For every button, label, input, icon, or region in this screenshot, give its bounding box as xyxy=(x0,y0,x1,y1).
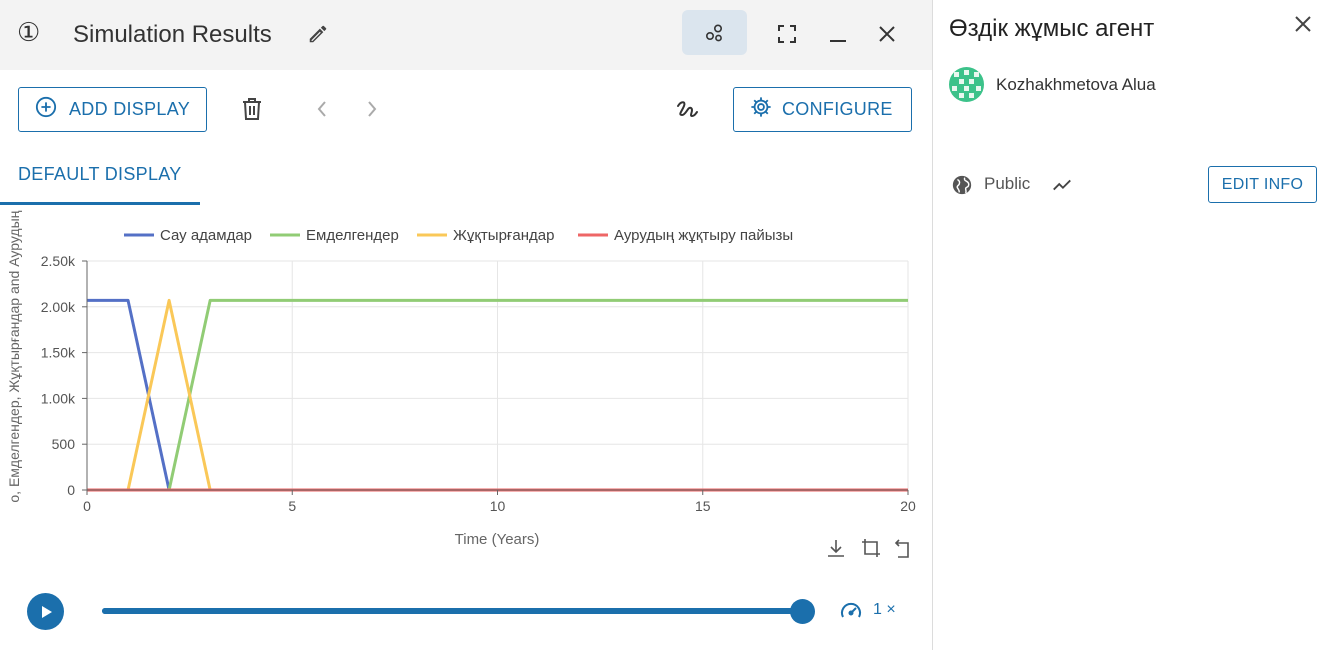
minimize-icon[interactable] xyxy=(823,20,853,48)
chevron-right-icon[interactable] xyxy=(360,95,384,123)
y-tick-label: 0 xyxy=(67,482,75,498)
x-tick-label: 10 xyxy=(490,498,506,514)
step-number: ① xyxy=(17,18,41,48)
x-tick-label: 15 xyxy=(695,498,711,514)
results-chart: Сау адамдар Емделгендер Жұқтырғандар Ауруды… xyxy=(0,197,932,570)
trend-icon xyxy=(1049,172,1075,198)
legend-label: Сау адамдар xyxy=(160,227,252,244)
active-tab-indicator xyxy=(0,202,200,205)
scatter-nodes-icon[interactable] xyxy=(682,10,747,55)
legend-label: Жұқтырғандар xyxy=(453,227,554,244)
legend-item-2[interactable]: Жұқтырғандар xyxy=(417,227,554,244)
legend-label: Емделгендер xyxy=(306,227,399,244)
x-tick-label: 20 xyxy=(900,498,916,514)
title-bar: ① Simulation Results xyxy=(0,0,932,70)
playback-speed[interactable]: 1 × xyxy=(873,601,896,619)
timeline-slider-fill xyxy=(102,608,802,614)
tab-default-display[interactable]: DEFAULT DISPLAY xyxy=(0,150,200,205)
crop-icon[interactable] xyxy=(862,539,880,557)
add-display-label: ADD DISPLAY xyxy=(69,99,191,119)
close-icon[interactable] xyxy=(1291,12,1315,36)
legend-item-1[interactable]: Емделгендер xyxy=(270,227,399,244)
y-tick-label: 2.00k xyxy=(41,299,76,315)
agent-panel-title: Өздік жұмыс агент xyxy=(949,15,1155,42)
play-icon xyxy=(41,605,52,618)
add-display-button[interactable]: ADD DISPLAY xyxy=(18,87,207,132)
timeline-slider-track[interactable] xyxy=(102,608,802,614)
play-button[interactable] xyxy=(27,593,64,630)
trash-icon[interactable] xyxy=(238,95,266,123)
download-icon[interactable] xyxy=(828,540,844,557)
configure-label: CONFIGURE xyxy=(782,99,893,119)
visibility-status: Public xyxy=(984,174,1031,193)
timeline-slider-thumb[interactable] xyxy=(790,599,815,624)
y-tick-label: 1.00k xyxy=(41,390,76,406)
x-axis-label: Time (Years) xyxy=(455,531,540,548)
configure-button[interactable]: CONFIGURE xyxy=(733,87,912,132)
chevron-left-icon[interactable] xyxy=(310,95,334,123)
window-title: Simulation Results xyxy=(73,21,272,48)
agent-panel: Өздік жұмыс агент Kozhakhmetova Alua Pub… xyxy=(933,0,1327,650)
edit-info-button[interactable]: EDIT INFO xyxy=(1208,166,1317,203)
owner-name[interactable]: Kozhakhmetova Alua xyxy=(996,75,1156,95)
x-tick-label: 5 xyxy=(288,498,296,514)
x-tick-label: 0 xyxy=(83,498,91,514)
globe-icon xyxy=(949,172,975,198)
y-tick-label: 500 xyxy=(52,436,76,452)
close-icon[interactable] xyxy=(872,20,902,48)
gear-icon xyxy=(750,96,772,123)
fullscreen-icon[interactable] xyxy=(772,20,802,48)
y-axis-label: о, Емделгендер, Жұқтырғандар and Аурудың… xyxy=(6,210,22,503)
plus-circle-icon xyxy=(35,96,57,123)
legend-item-0[interactable]: Сау адамдар xyxy=(124,227,252,244)
legend-item-3[interactable]: Аурудың жұқтыру пайызы xyxy=(578,227,793,244)
reset-icon[interactable] xyxy=(894,539,909,558)
speedometer-icon[interactable] xyxy=(838,598,864,624)
pencil-icon[interactable] xyxy=(304,20,332,48)
y-tick-label: 1.50k xyxy=(41,345,76,361)
simulation-results-window: ① Simulation Results ADD DISPLAY CONFIGU… xyxy=(0,0,932,650)
avatar xyxy=(949,67,984,102)
legend-label: Аурудың жұқтыру пайызы xyxy=(614,227,793,244)
y-tick-label: 2.50k xyxy=(41,253,76,269)
squiggle-icon[interactable] xyxy=(673,95,701,123)
